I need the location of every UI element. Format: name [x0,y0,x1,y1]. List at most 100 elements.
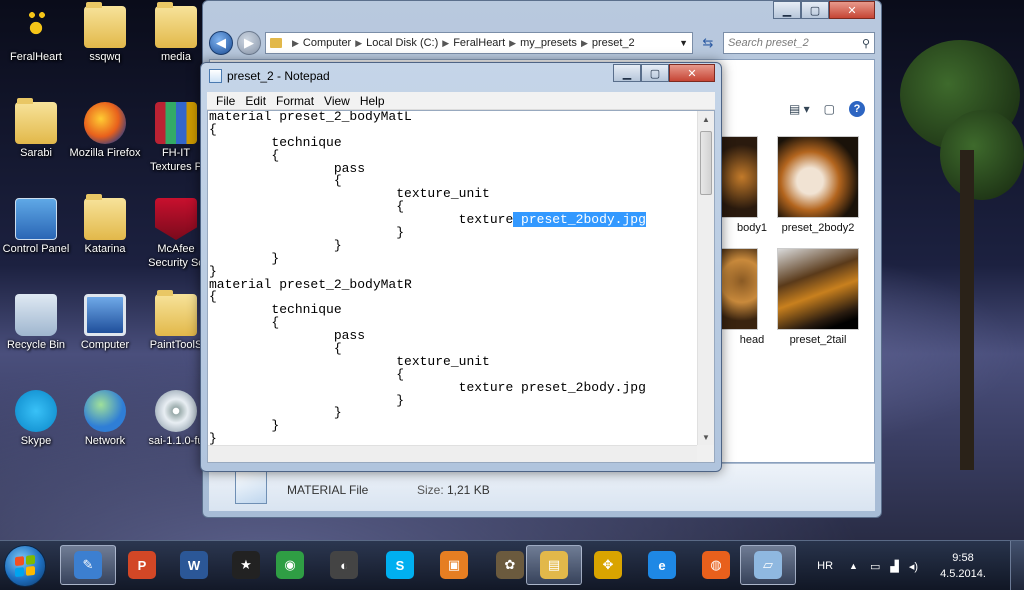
breadcrumb-segment[interactable]: FeralHeart [453,37,505,49]
file-thumbnail[interactable]: preset_2body2 [776,136,860,234]
skype-icon: S [386,551,414,579]
close-button[interactable]: ✕ [669,64,715,82]
taskbar-button[interactable]: ✎ [60,545,116,585]
desktop-icon[interactable]: Network [69,390,141,448]
taskbar-button[interactable]: ◐ [316,545,372,585]
breadcrumb-separator-icon[interactable]: ▶ [509,38,516,48]
signal-icon[interactable]: ▟ [890,560,898,573]
address-bar[interactable]: ▶ Computer ▶ Local Disk (C:) ▶ FeralHeart ▶ my_… [265,32,693,54]
desktop-icon-label: Katarina [84,243,126,255]
winrar-icon [155,102,197,144]
taskbar-button[interactable]: W [166,545,222,585]
recycle-bin-icon [15,294,57,336]
scroll-down-icon[interactable]: ▼ [698,429,714,445]
taskbar-button[interactable]: ▣ [426,545,482,585]
internet-explorer-icon: e [648,551,676,579]
menu-item-view[interactable]: View [319,94,355,108]
desktop-icon[interactable]: ssqwq [69,2,141,64]
taskbar: ✎ P W ★ ◉ ◐ S ▣ ✿ ▤ ✥ e ◍ ▱ HR ▲ ▭ ▟ ◂) 9:58 4.5.2014… [0,540,1024,590]
help-icon[interactable]: ? [849,101,865,117]
menu-item-edit[interactable]: Edit [240,94,271,108]
notepad-window[interactable]: preset_2 - Notepad ▁ ▢ ✕ File Edit Format V… [200,62,722,472]
breadcrumb-separator-icon[interactable]: ▶ [442,38,449,48]
file-thumbnail[interactable]: preset_2tail [776,248,860,346]
show-desktop-button[interactable] [1010,541,1024,590]
scrollbar-corner [697,445,714,462]
breadcrumb-segment[interactable]: Local Disk (C:) [366,37,438,49]
installer-disc-icon [155,390,197,432]
file-size: 1,21 KB [447,483,490,497]
taskbar-button[interactable]: S [372,545,428,585]
start-button[interactable] [4,545,46,587]
language-indicator[interactable]: HR [817,560,833,572]
desktop-icon-label: Network [84,435,126,447]
desktop-icon[interactable]: Recycle Bin [0,294,72,352]
scrollbar-thumb[interactable] [700,131,712,195]
scroll-up-icon[interactable]: ▲ [698,111,714,127]
desktop-icon-label: Mozilla Firefox [69,147,141,159]
firefox-icon: ◍ [702,551,730,579]
text-line: material preset_2_bodyMatL [209,111,646,124]
breadcrumb-separator-icon[interactable]: ▶ [355,38,362,48]
maximize-button[interactable]: ▢ [801,1,829,19]
breadcrumb-separator-icon[interactable]: ▶ [581,38,588,48]
forward-button[interactable]: ▶ [237,31,261,55]
chevron-down-icon[interactable]: ▼ [679,38,688,48]
minimize-button[interactable]: ▁ [613,64,641,82]
search-input[interactable]: Search preset_2 ⚲ [723,32,875,54]
maximize-button[interactable]: ▢ [641,64,669,82]
text-line: } [209,418,646,434]
window-title: preset_2 - Notepad [227,69,330,83]
taskbar-button[interactable]: ◍ [688,545,744,585]
menu-item-format[interactable]: Format [271,94,319,108]
clock[interactable]: 9:58 4.5.2014. [928,550,998,582]
explorer-window-controls: ▁ ▢ ✕ [773,1,875,19]
vertical-scrollbar[interactable]: ▲ ▼ [697,111,714,445]
close-button[interactable]: ✕ [829,1,875,19]
desktop-icon[interactable]: Control Panel [0,198,72,256]
text-editor[interactable]: material preset_2_bodyMatL{ technique { … [207,110,715,463]
breadcrumb-segment[interactable]: Computer [303,37,351,49]
clock-time: 9:58 [952,552,974,564]
back-button[interactable]: ◀ [209,31,233,55]
menu-item-help[interactable]: Help [355,94,390,108]
folder-icon [155,290,197,336]
search-placeholder: Search preset_2 [728,37,809,49]
firefox-icon [84,102,126,144]
search-icon: ⚲ [861,37,870,50]
breadcrumb-segment[interactable]: my_presets [520,37,577,49]
desktop-icon[interactable]: Mozilla Firefox [69,102,141,160]
taskbar-button[interactable]: ◉ [262,545,318,585]
minimize-button[interactable]: ▁ [773,1,801,19]
show-hidden-icons-icon[interactable]: ▲ [849,561,858,571]
taskbar-button[interactable]: ▱ [740,545,796,585]
refresh-icon[interactable]: ⇆ [697,32,719,54]
desktop-icon[interactable]: FeralHeart [0,6,72,64]
desktop-icon[interactable]: Sarabi [0,98,72,160]
line-text: } [209,418,280,434]
desktop-icon-label: Skype [20,435,52,447]
taskbar-button[interactable]: e [634,545,690,585]
desktop-icon[interactable]: Katarina [69,194,141,256]
preview-pane-icon[interactable]: ▢ [824,102,835,116]
breadcrumb-separator-icon[interactable]: ▶ [292,38,299,48]
horizontal-scrollbar[interactable] [208,445,697,462]
menu-item-file[interactable]: File [211,94,240,108]
taskbar-button[interactable]: ✥ [580,545,636,585]
paint-app-icon: ▣ [440,551,468,579]
paw-icon [15,6,57,48]
notification-icon[interactable]: ▭ [870,560,880,573]
taskbar-button[interactable]: P [114,545,170,585]
breadcrumb-segment[interactable]: preset_2 [592,37,635,49]
view-options-icon[interactable]: ▤ ▾ [789,102,810,116]
taskbar-button[interactable]: ▤ [526,545,582,585]
text-line: } [209,252,646,266]
folder-icon [84,2,126,48]
folder-icon [155,2,197,48]
photoscape-icon: ◐ [330,551,358,579]
mcafee-icon [155,198,197,240]
desktop-icon[interactable]: Skype [0,390,72,448]
tree-foliage [940,110,1024,200]
desktop-icon[interactable]: Computer [69,294,141,352]
volume-icon[interactable]: ◂) [909,560,918,573]
